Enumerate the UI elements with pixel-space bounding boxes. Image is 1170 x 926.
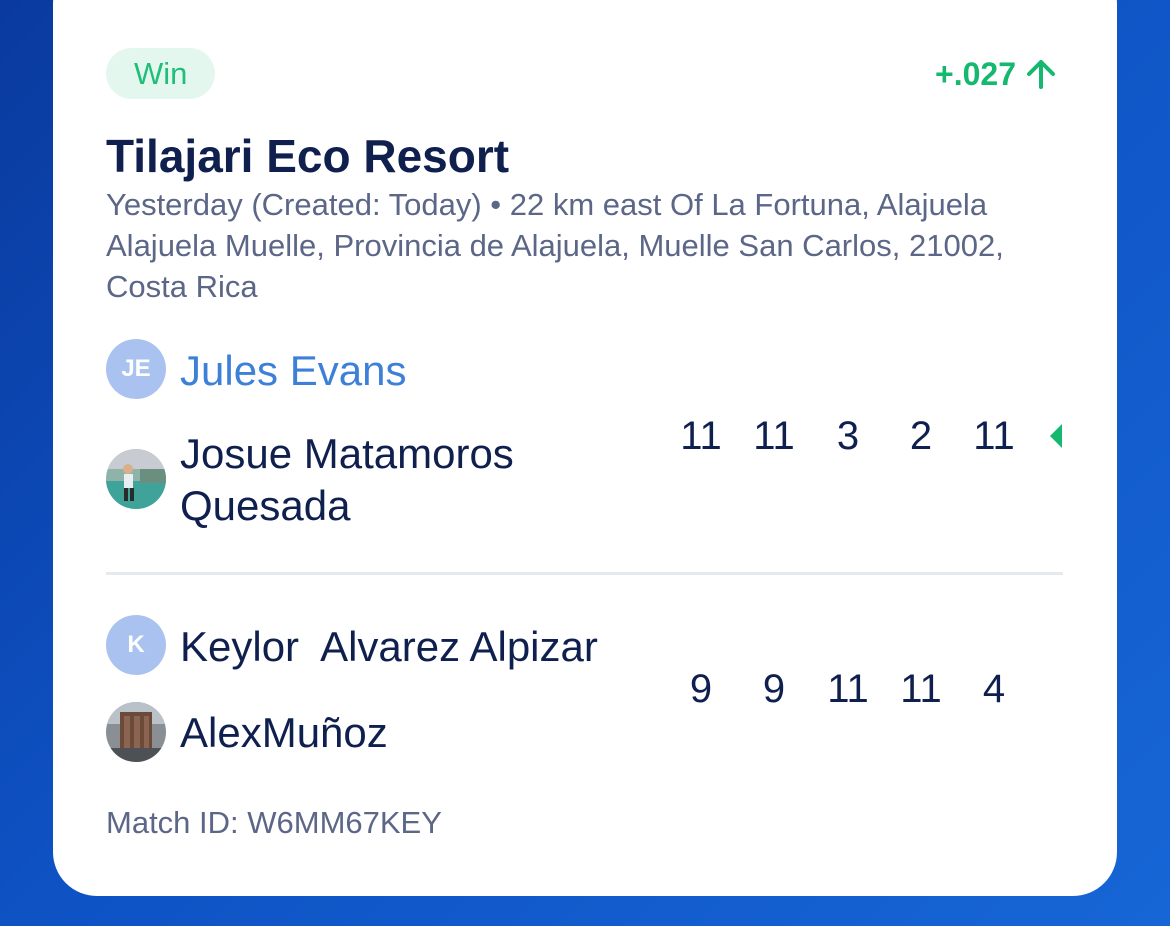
game-score: 11 [680, 414, 722, 458]
avatar[interactable] [106, 449, 166, 509]
result-badge: Win [106, 48, 216, 99]
game-score: 4 [982, 667, 1006, 711]
player-name[interactable]: AlexMuñoz [180, 707, 388, 759]
winner-caret-icon [1049, 423, 1063, 454]
match-details: Yesterday (Created: Today) • 22 km east … [106, 187, 1004, 304]
team-divider [106, 572, 1063, 575]
rating-change-value: +.027 [935, 56, 1016, 92]
game-score: 11 [827, 667, 869, 711]
venue-title: Tilajari Eco Resort [106, 130, 510, 182]
arrow-up-icon [1024, 57, 1058, 91]
avatar[interactable] [106, 702, 166, 762]
game-score: 11 [973, 414, 1015, 458]
player-name[interactable]: Josue Matamoros Quesada [180, 428, 610, 532]
game-score: 11 [900, 667, 942, 711]
player-name[interactable]: Keylor Alvarez Alpizar [180, 621, 598, 673]
game-score: 3 [836, 414, 860, 458]
game-score: 2 [909, 414, 933, 458]
game-score: 9 [762, 667, 786, 711]
avatar[interactable]: JE [106, 339, 166, 399]
game-score: 11 [753, 414, 795, 458]
rating-change: +.027 [935, 52, 1058, 96]
game-score: 9 [689, 667, 713, 711]
match-id: Match ID: W6MM67KEY [106, 805, 442, 840]
player-name[interactable]: Jules Evans [180, 345, 406, 397]
avatar[interactable]: K [106, 615, 166, 675]
